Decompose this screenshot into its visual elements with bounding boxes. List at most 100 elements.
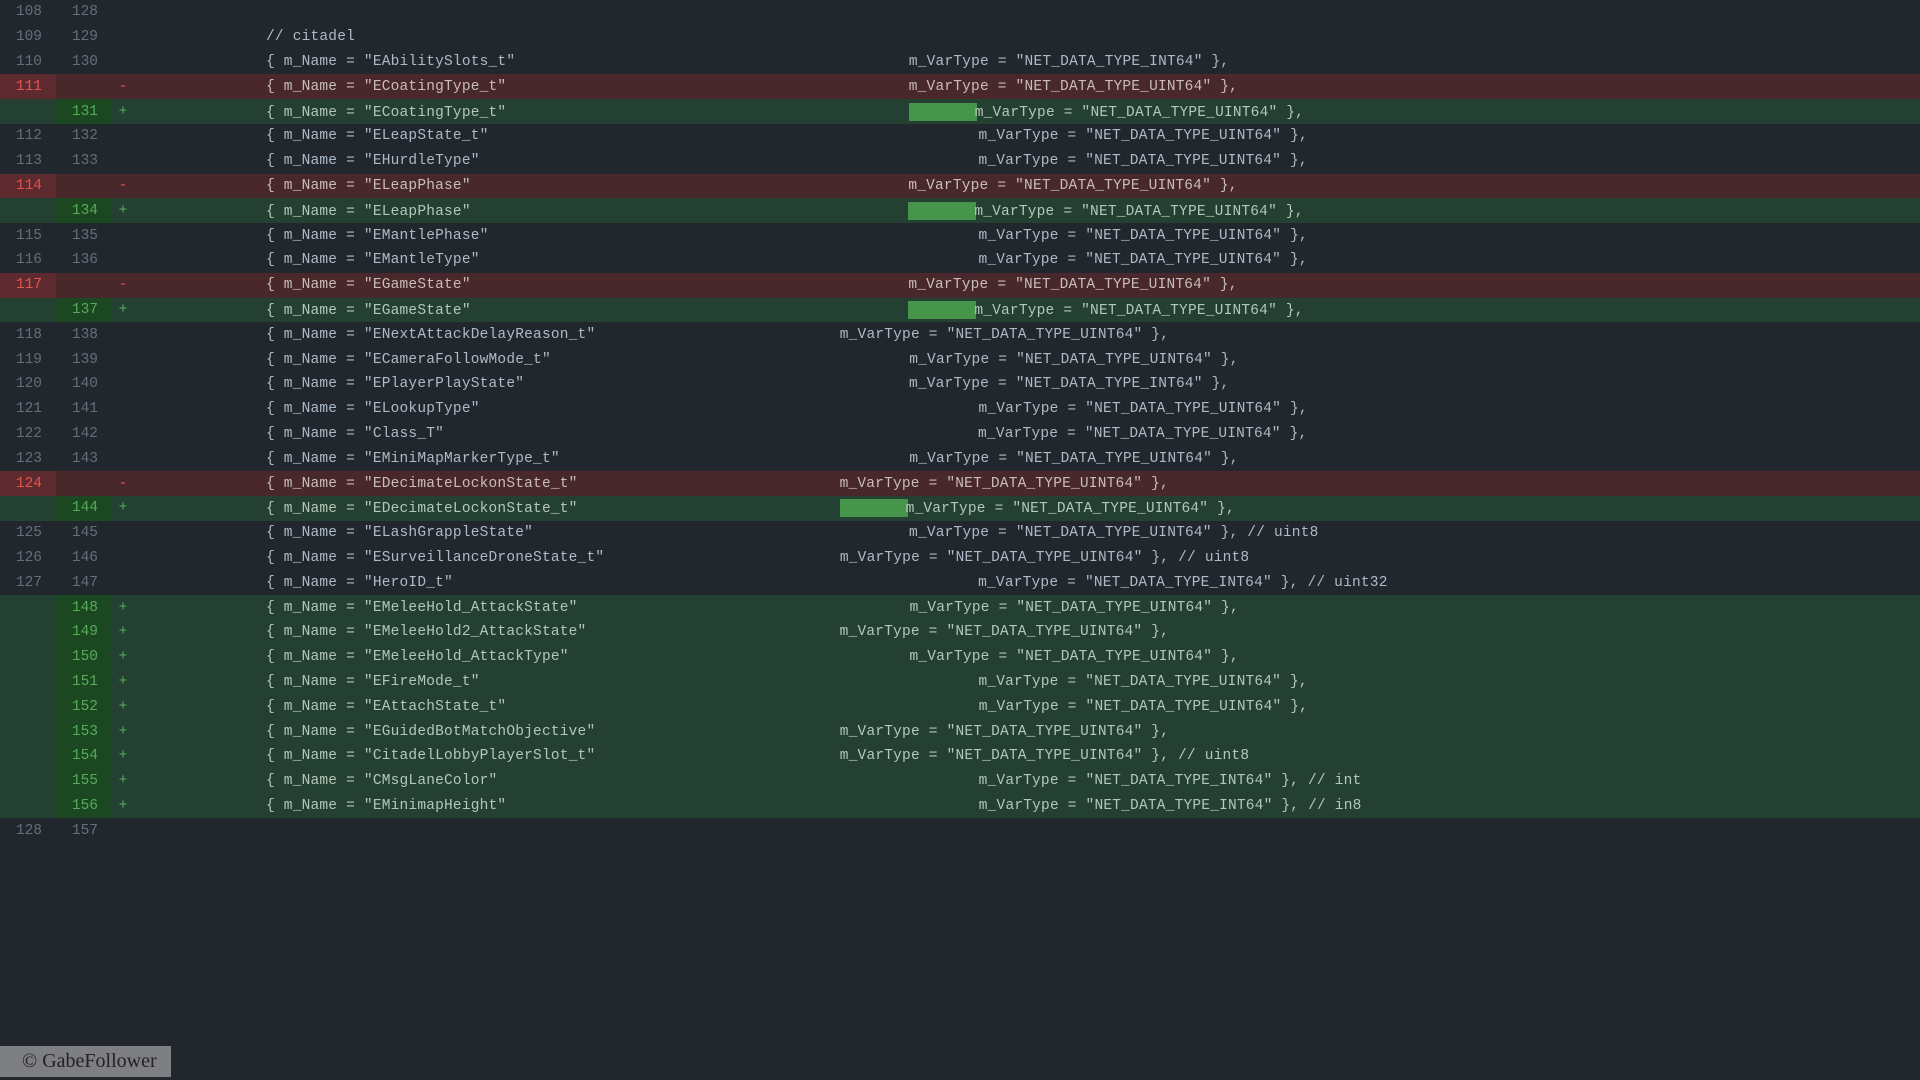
code-content[interactable]: { m_Name = "ELeapPhase"m_VarType = "NET_… [134,198,1920,223]
line-number-new[interactable]: 145 [56,521,112,546]
line-number-old[interactable] [0,794,56,819]
line-number-old[interactable] [0,719,56,744]
code-content[interactable]: { m_Name = "EGuidedBotMatchObjective"m_V… [134,719,1920,744]
diff-row-add[interactable]: 154+{ m_Name = "CitadelLobbyPlayerSlot_t… [0,744,1920,769]
diff-row-add[interactable]: 134+{ m_Name = "ELeapPhase"m_VarType = "… [0,198,1920,223]
line-number-new[interactable]: 149 [56,620,112,645]
code-content[interactable]: { m_Name = "EDecimateLockonState_t"m_Var… [134,496,1920,521]
line-number-new[interactable] [56,174,112,199]
line-number-old[interactable] [0,99,56,124]
line-number-new[interactable] [56,273,112,298]
line-number-new[interactable]: 153 [56,719,112,744]
code-content[interactable]: { m_Name = "ECoatingType_t"m_VarType = "… [134,74,1920,99]
line-number-new[interactable]: 148 [56,595,112,620]
diff-row-add[interactable]: 153+{ m_Name = "EGuidedBotMatchObjective… [0,719,1920,744]
code-content[interactable]: { m_Name = "EGameState"m_VarType = "NET_… [134,273,1920,298]
code-content[interactable]: { m_Name = "EMantleType"m_VarType = "NET… [134,248,1920,273]
code-content[interactable]: { m_Name = "ESurveillanceDroneState_t"m_… [134,546,1920,571]
diff-row-ctx[interactable]: 109129 // citadel [0,25,1920,50]
diff-row-ctx[interactable]: 112132 { m_Name = "ELeapState_t"m_VarType… [0,124,1920,149]
line-number-old[interactable] [0,769,56,794]
line-number-new[interactable]: 150 [56,645,112,670]
diff-row-ctx[interactable]: 121141{ m_Name = "ELookupType"m_VarType … [0,397,1920,422]
code-content[interactable]: { m_Name = "EHurdleType"m_VarType = "NET… [134,149,1920,174]
line-number-new[interactable]: 141 [56,397,112,422]
code-content[interactable]: { m_Name = "EMinimapHeight"m_VarType = "… [134,794,1920,819]
diff-row-add[interactable]: 150+{ m_Name = "EMeleeHold_AttackType"m_… [0,645,1920,670]
line-number-new[interactable]: 151 [56,670,112,695]
line-number-new[interactable]: 135 [56,223,112,248]
diff-row-add[interactable]: 148+{ m_Name = "EMeleeHold_AttackState"m… [0,595,1920,620]
line-number-new[interactable]: 144 [56,496,112,521]
line-number-old[interactable]: 116 [0,248,56,273]
diff-row-del[interactable]: 124-{ m_Name = "EDecimateLockonState_t"m… [0,471,1920,496]
code-content[interactable]: { m_Name = "EMeleeHold2_AttackState"m_Va… [134,620,1920,645]
diff-row-del[interactable]: 111-{ m_Name = "ECoatingType_t"m_VarType… [0,74,1920,99]
line-number-old[interactable]: 123 [0,446,56,471]
line-number-old[interactable]: 109 [0,25,56,50]
code-content[interactable]: { m_Name = "ELashGrappleState"m_VarType … [134,521,1920,546]
code-content[interactable]: { m_Name = "EFireMode_t"m_VarType = "NET… [134,670,1920,695]
line-number-old[interactable] [0,198,56,223]
line-number-old[interactable]: 122 [0,422,56,447]
diff-row-add[interactable]: 151+{ m_Name = "EFireMode_t"m_VarType = … [0,670,1920,695]
diff-row-ctx[interactable]: 123143{ m_Name = "EMiniMapMarkerType_t"m… [0,446,1920,471]
line-number-old[interactable] [0,744,56,769]
line-number-old[interactable]: 126 [0,546,56,571]
diff-row-ctx[interactable]: 110130{ m_Name = "EAbilitySlots_t"m_VarT… [0,50,1920,75]
code-content[interactable]: // citadel [134,25,1920,50]
line-number-new[interactable]: 128 [56,0,112,25]
line-number-old[interactable]: 119 [0,347,56,372]
diff-row-ctx[interactable]: 116136{ m_Name = "EMantleType"m_VarType … [0,248,1920,273]
diff-row-add[interactable]: 156+{ m_Name = "EMinimapHeight"m_VarType… [0,794,1920,819]
diff-row-add[interactable]: 152+{ m_Name = "EAttachState_t"m_VarType… [0,694,1920,719]
line-number-new[interactable]: 137 [56,298,112,323]
code-content[interactable]: { m_Name = "EMeleeHold_AttackState"m_Var… [134,595,1920,620]
code-content[interactable]: { m_Name = "ENextAttackDelayReason_t"m_V… [134,322,1920,347]
line-number-old[interactable] [0,694,56,719]
line-number-old[interactable]: 128 [0,818,56,843]
code-content[interactable]: { m_Name = "CMsgLaneColor"m_VarType = "N… [134,769,1920,794]
code-content[interactable]: { m_Name = "ELookupType"m_VarType = "NET… [134,397,1920,422]
code-content[interactable]: { m_Name = "Class_T"m_VarType = "NET_DAT… [134,422,1920,447]
code-content[interactable] [134,0,1920,25]
line-number-old[interactable]: 125 [0,521,56,546]
line-number-old[interactable]: 115 [0,223,56,248]
line-number-new[interactable]: 147 [56,570,112,595]
line-number-old[interactable] [0,496,56,521]
diff-row-del[interactable]: 114-{ m_Name = "ELeapPhase"m_VarType = "… [0,174,1920,199]
line-number-new[interactable]: 129 [56,25,112,50]
line-number-new[interactable]: 156 [56,794,112,819]
diff-row-ctx[interactable]: 113133{ m_Name = "EHurdleType"m_VarType … [0,149,1920,174]
code-content[interactable]: { m_Name = "EMantlePhase"m_VarType = "NE… [134,223,1920,248]
code-content[interactable]: { m_Name = "HeroID_t"m_VarType = "NET_DA… [134,570,1920,595]
line-number-new[interactable]: 132 [56,124,112,149]
diff-row-ctx[interactable]: 118138 { m_Name = "ENextAttackDelayReason… [0,322,1920,347]
line-number-new[interactable]: 130 [56,50,112,75]
diff-row-ctx[interactable]: 120140{ m_Name = "EPlayerPlayState"m_Var… [0,372,1920,397]
diff-row-ctx[interactable]: 119139{ m_Name = "ECameraFollowMode_t"m_… [0,347,1920,372]
line-number-new[interactable]: 146 [56,546,112,571]
code-content[interactable]: { m_Name = "EPlayerPlayState"m_VarType =… [134,372,1920,397]
diff-row-ctx[interactable]: 127147 { m_Name = "HeroID_t"m_VarType = "… [0,570,1920,595]
line-number-old[interactable] [0,298,56,323]
line-number-old[interactable]: 112 [0,124,56,149]
diff-row-add[interactable]: 155+{ m_Name = "CMsgLaneColor"m_VarType … [0,769,1920,794]
code-content[interactable]: { m_Name = "EDecimateLockonState_t"m_Var… [134,471,1920,496]
diff-row-ctx[interactable]: 122142{ m_Name = "Class_T"m_VarType = "N… [0,422,1920,447]
diff-row-del[interactable]: 117-{ m_Name = "EGameState"m_VarType = "… [0,273,1920,298]
line-number-new[interactable]: 131 [56,99,112,124]
line-number-new[interactable]: 140 [56,372,112,397]
code-content[interactable]: { m_Name = "ELeapState_t"m_VarType = "NE… [134,124,1920,149]
line-number-old[interactable]: 118 [0,322,56,347]
code-content[interactable]: { m_Name = "EAbilitySlots_t"m_VarType = … [134,50,1920,75]
line-number-old[interactable]: 127 [0,570,56,595]
diff-row-ctx[interactable]: 115135 { m_Name = "EMantlePhase"m_VarType… [0,223,1920,248]
line-number-old[interactable]: 114 [0,174,56,199]
line-number-new[interactable]: 133 [56,149,112,174]
diff-row-ctx[interactable]: 125145 { m_Name = "ELashGrappleState"m_Va… [0,521,1920,546]
line-number-old[interactable]: 124 [0,471,56,496]
line-number-old[interactable] [0,670,56,695]
line-number-new[interactable] [56,471,112,496]
line-number-new[interactable]: 138 [56,322,112,347]
